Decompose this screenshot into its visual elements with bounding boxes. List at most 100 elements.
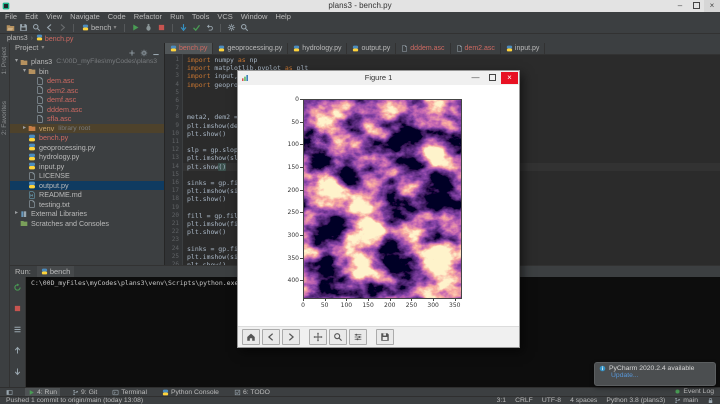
figure-window[interactable]: Figure 1 — × [237, 70, 520, 348]
status-crlf[interactable]: CRLF [515, 397, 533, 404]
run-action-up-button[interactable] [13, 342, 22, 360]
fig-toolbar-sliders-button[interactable] [349, 329, 367, 345]
tree-expand-arrow[interactable]: ▾ [21, 67, 28, 77]
event-log-button[interactable]: Event Log [674, 387, 714, 396]
toolbar-find-button[interactable] [30, 22, 43, 34]
status-3-1[interactable]: 3:1 [497, 397, 506, 404]
tool-window-stripe: 1: Project 2: Favorites [0, 43, 10, 387]
fig-toolbar-fback-button[interactable] [262, 329, 280, 345]
toolbar-stop-button[interactable] [155, 22, 168, 34]
toolbar-run-button[interactable] [129, 22, 142, 34]
fig-toolbar-ffwd-button[interactable] [282, 329, 300, 345]
stripe-button-1-project[interactable]: 1: Project [1, 47, 8, 74]
tree-item-testing-txt[interactable]: testing.txt [10, 200, 164, 210]
tab-dddem-asc[interactable]: dddem.asc [396, 43, 450, 54]
run-tab-bench[interactable]: bench [37, 266, 74, 277]
tree-item-label: demf.asc [47, 95, 76, 105]
tree-item-sfla-asc[interactable]: sfla.asc [10, 114, 164, 124]
toolbar-right-find-button[interactable] [238, 22, 251, 34]
menu-item-tools[interactable]: Tools [192, 12, 210, 22]
fig-toolbar-fzoom-button[interactable] [329, 329, 347, 345]
tree-item-readme-md[interactable]: README.md [10, 190, 164, 200]
tree-expand-arrow[interactable]: ▸ [13, 209, 20, 219]
line-number: 15 [165, 171, 179, 178]
tab-geoprocessing-py[interactable]: geoprocessing.py [213, 43, 288, 54]
run-action-down-button[interactable] [13, 363, 22, 381]
tree-item-hydrology-py[interactable]: hydrology.py [10, 152, 164, 162]
toolbar-back-button[interactable] [43, 22, 56, 34]
figure-maximize-button[interactable] [484, 72, 501, 84]
tree-item-input-py[interactable]: input.py [10, 162, 164, 172]
tab-hydrology-py[interactable]: hydrology.py [288, 43, 347, 54]
tree-item-external-libraries[interactable]: ▸External Libraries [10, 209, 164, 219]
run-action-stop-button[interactable] [13, 300, 22, 318]
figure-titlebar[interactable]: Figure 1 — × [238, 71, 519, 86]
tree-item-annotation: library root [58, 124, 90, 134]
tree-expand-arrow[interactable]: ▾ [13, 57, 20, 67]
run-action-list-button[interactable] [13, 321, 22, 339]
breadcrumb-plans3[interactable]: plans3 [7, 34, 28, 43]
menu-item-window[interactable]: Window [241, 12, 268, 22]
menu-item-refactor[interactable]: Refactor [134, 12, 162, 22]
toolbar-rollback-button[interactable] [203, 22, 216, 34]
toolbar-right-gear-button[interactable] [225, 22, 238, 34]
tree-item-dem-asc[interactable]: dem.asc [10, 76, 164, 86]
python-icon [218, 45, 225, 52]
run-configuration-select[interactable]: bench▾ [78, 23, 120, 32]
tree-item-plans3[interactable]: ▾plans3C:\00D_myFiles\myCodes\plans3 [10, 57, 164, 67]
toolbar-debug-button[interactable] [142, 22, 155, 34]
tree-expand-arrow[interactable]: ▸ [21, 124, 28, 134]
python-icon [28, 153, 36, 161]
status-lock[interactable] [707, 397, 714, 404]
tab-bench-py[interactable]: bench.py [165, 43, 213, 54]
tree-item-scratches-and-consoles[interactable]: Scratches and Consoles [10, 219, 164, 229]
tree-item-label: bench.py [39, 133, 68, 143]
menu-item-navigate[interactable]: Navigate [70, 12, 100, 22]
line-number: 12 [165, 146, 179, 153]
window-minimize-button[interactable]: – [672, 0, 688, 12]
menu-item-code[interactable]: Code [108, 12, 126, 22]
tree-item-bench-py[interactable]: bench.py [10, 133, 164, 143]
menu-item-file[interactable]: File [5, 12, 17, 22]
fig-toolbar-home-button[interactable] [242, 329, 260, 345]
tab-output-py[interactable]: output.py [347, 43, 396, 54]
tab-input-py[interactable]: input.py [501, 43, 546, 54]
status-4-spaces[interactable]: 4 spaces [570, 397, 597, 404]
menu-item-help[interactable]: Help [275, 12, 290, 22]
update-link[interactable]: Update... [611, 372, 711, 379]
menu-item-view[interactable]: View [46, 12, 62, 22]
breadcrumb-bench-py[interactable]: bench.py [36, 34, 73, 44]
menu-item-edit[interactable]: Edit [25, 12, 38, 22]
fig-toolbar-fsave-button[interactable] [376, 329, 394, 345]
fig-toolbar-pan-button[interactable] [309, 329, 327, 345]
toolbar-forward-button[interactable] [56, 22, 69, 34]
tree-item-bin[interactable]: ▾bin [10, 67, 164, 77]
stripe-button-2-favorites[interactable]: 2: Favorites [1, 101, 8, 135]
toolbar-save-button[interactable] [17, 22, 30, 34]
status-python-3-8-plans3[interactable]: Python 3.8 (plans3) [606, 397, 665, 404]
tree-item-geoprocessing-py[interactable]: geoprocessing.py [10, 143, 164, 153]
toolbar-vcs-update-button[interactable] [177, 22, 190, 34]
tab-dem2-asc[interactable]: dem2.asc [451, 43, 501, 54]
menu-item-vcs[interactable]: VCS [217, 12, 232, 22]
menu-item-run[interactable]: Run [170, 12, 184, 22]
run-action-rerun-button[interactable] [13, 279, 22, 297]
status-utf-8[interactable]: UTF-8 [542, 397, 561, 404]
tree-item-license[interactable]: LICENSE [10, 171, 164, 181]
tree-item-dem2-asc[interactable]: dem2.asc [10, 86, 164, 96]
figure-canvas[interactable]: 0501001502002503003504000501001502002503… [238, 85, 519, 329]
maximize-icon [489, 74, 496, 81]
status-main[interactable]: main [674, 397, 698, 404]
figure-minimize-button[interactable]: — [467, 72, 484, 84]
window-maximize-button[interactable] [688, 0, 704, 12]
run-configuration-label: bench [91, 23, 111, 32]
window-close-button[interactable]: × [704, 0, 720, 12]
line-number: 6 [165, 97, 179, 104]
figure-close-button[interactable]: × [501, 72, 518, 84]
tree-item-dddem-asc[interactable]: dddem.asc [10, 105, 164, 115]
toolbar-open-button[interactable] [4, 22, 17, 34]
toolbar-vcs-commit-button[interactable] [190, 22, 203, 34]
tree-item-venv[interactable]: ▸venvlibrary root [10, 124, 164, 134]
tree-item-demf-asc[interactable]: demf.asc [10, 95, 164, 105]
tree-item-output-py[interactable]: output.py [10, 181, 164, 191]
